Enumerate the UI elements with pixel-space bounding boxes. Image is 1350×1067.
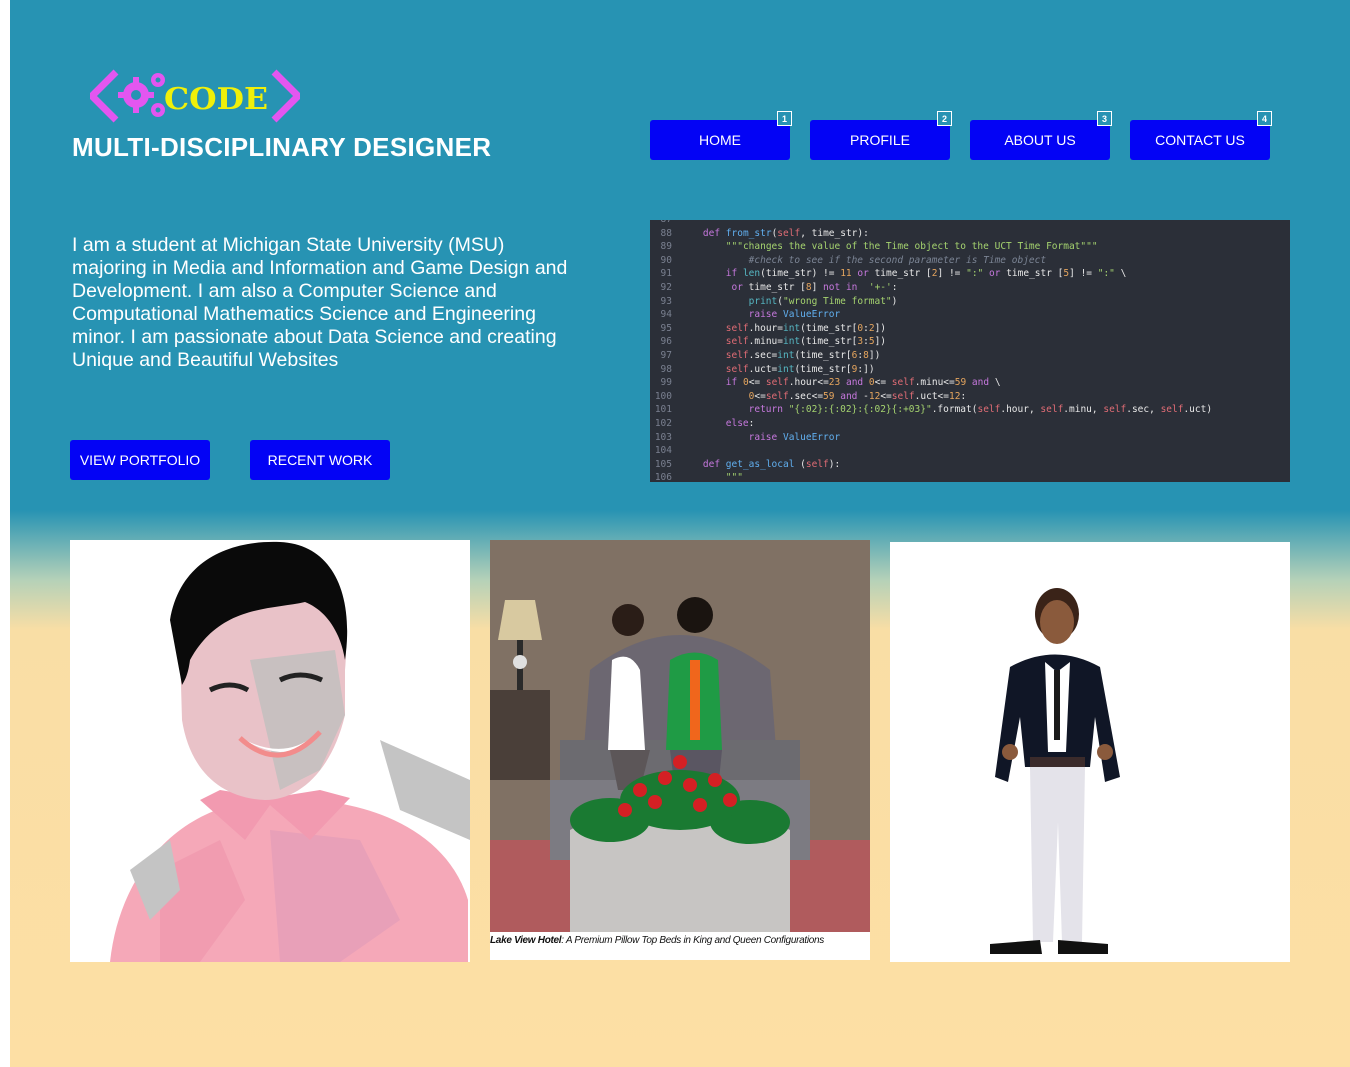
nav-home-label: HOME bbox=[699, 132, 741, 148]
code-logo-icon[interactable]: CODE bbox=[90, 68, 300, 124]
code-line: 98 self.uct=int(time_str[9:]) bbox=[660, 363, 875, 375]
hotel-illustration bbox=[490, 540, 870, 932]
code-line: 97 self.sec=int(time_str[6:8]) bbox=[660, 350, 881, 361]
code-line: 94 raise ValueError bbox=[660, 309, 841, 321]
code-line: 90 #check to see if the second parameter… bbox=[660, 254, 1047, 266]
gallery-card-hotel[interactable]: Lake View Hotel: A Premium Pillow Top Be… bbox=[490, 540, 870, 960]
code-line: 103 raise ValueError bbox=[654, 431, 841, 443]
nav-profile-button[interactable]: PROFILE 2 bbox=[810, 111, 952, 160]
man-in-suit-photo bbox=[990, 588, 1120, 954]
gallery-card-portrait[interactable] bbox=[70, 540, 470, 962]
code-line: 91 if len(time_str) != 11 or time_str [2… bbox=[660, 268, 1127, 280]
nav-about-label: ABOUT US bbox=[1004, 132, 1076, 148]
recent-work-button[interactable]: RECENT WORK bbox=[250, 440, 390, 480]
code-line: 95 self.hour=int(time_str[0:2]) bbox=[660, 322, 887, 334]
nav-about-button[interactable]: ABOUT US 3 bbox=[970, 111, 1112, 160]
code-line: 101 return "{:02}:{:02}:{:02}{:+03}".for… bbox=[654, 404, 1213, 416]
code-line: 88 def from_str(self, time_str): bbox=[660, 227, 869, 239]
code-line: 93 print("wrong Time format") bbox=[660, 295, 898, 307]
code-line: 106 """ bbox=[654, 472, 743, 482]
nav-badge-4: 4 bbox=[1257, 111, 1272, 126]
portrait-illustration bbox=[110, 541, 470, 962]
page-headline: MULTI-DISCIPLINARY DESIGNER bbox=[72, 132, 492, 162]
nav-contact-label: CONTACT US bbox=[1155, 132, 1245, 148]
code-line: 92 or time_str [8] not in '+-': bbox=[660, 282, 898, 293]
hotel-caption: Lake View Hotel: A Premium Pillow Top Be… bbox=[490, 935, 824, 946]
view-portfolio-button[interactable]: VIEW PORTFOLIO bbox=[70, 440, 210, 480]
code-line: 87 bbox=[650, 220, 680, 228]
page-background: CODE MULTI-DISCIPLINARY DESIGNER HOME 1 … bbox=[10, 0, 1350, 1067]
code-line: 102 else: bbox=[654, 418, 755, 429]
bio-text: I am a student at Michigan State Univers… bbox=[72, 234, 568, 371]
code-line: 89 """changes the value of the Time obje… bbox=[660, 241, 1098, 253]
nav-home-button[interactable]: HOME 1 bbox=[650, 111, 792, 160]
nav-badge-1: 1 bbox=[777, 111, 792, 126]
logo-text: CODE bbox=[164, 82, 268, 117]
code-line: 99 if 0<= self.hour<=23 and 0<= self.min… bbox=[660, 377, 1001, 389]
code-line: 96 self.minu=int(time_str[3:5]) bbox=[660, 336, 887, 348]
gallery-card-suit[interactable] bbox=[890, 542, 1290, 962]
nav-contact-button[interactable]: CONTACT US 4 bbox=[1130, 111, 1272, 160]
code-screenshot: 8788 def from_str(self, time_str): 89 """… bbox=[650, 220, 1290, 482]
code-line: 105 def get_as_local (self): bbox=[654, 458, 841, 470]
code-line: 100 0<=self.sec<=59 and -12<=self.uct<=1… bbox=[654, 390, 967, 402]
nav-profile-label: PROFILE bbox=[850, 132, 910, 148]
nav-badge-2: 2 bbox=[937, 111, 952, 126]
hotel-caption-title: Lake View Hotel bbox=[490, 935, 562, 946]
hotel-caption-text: : A Premium Pillow Top Beds in King and … bbox=[561, 935, 824, 946]
nav-badge-3: 3 bbox=[1097, 111, 1112, 126]
code-line: 104 bbox=[654, 445, 672, 457]
